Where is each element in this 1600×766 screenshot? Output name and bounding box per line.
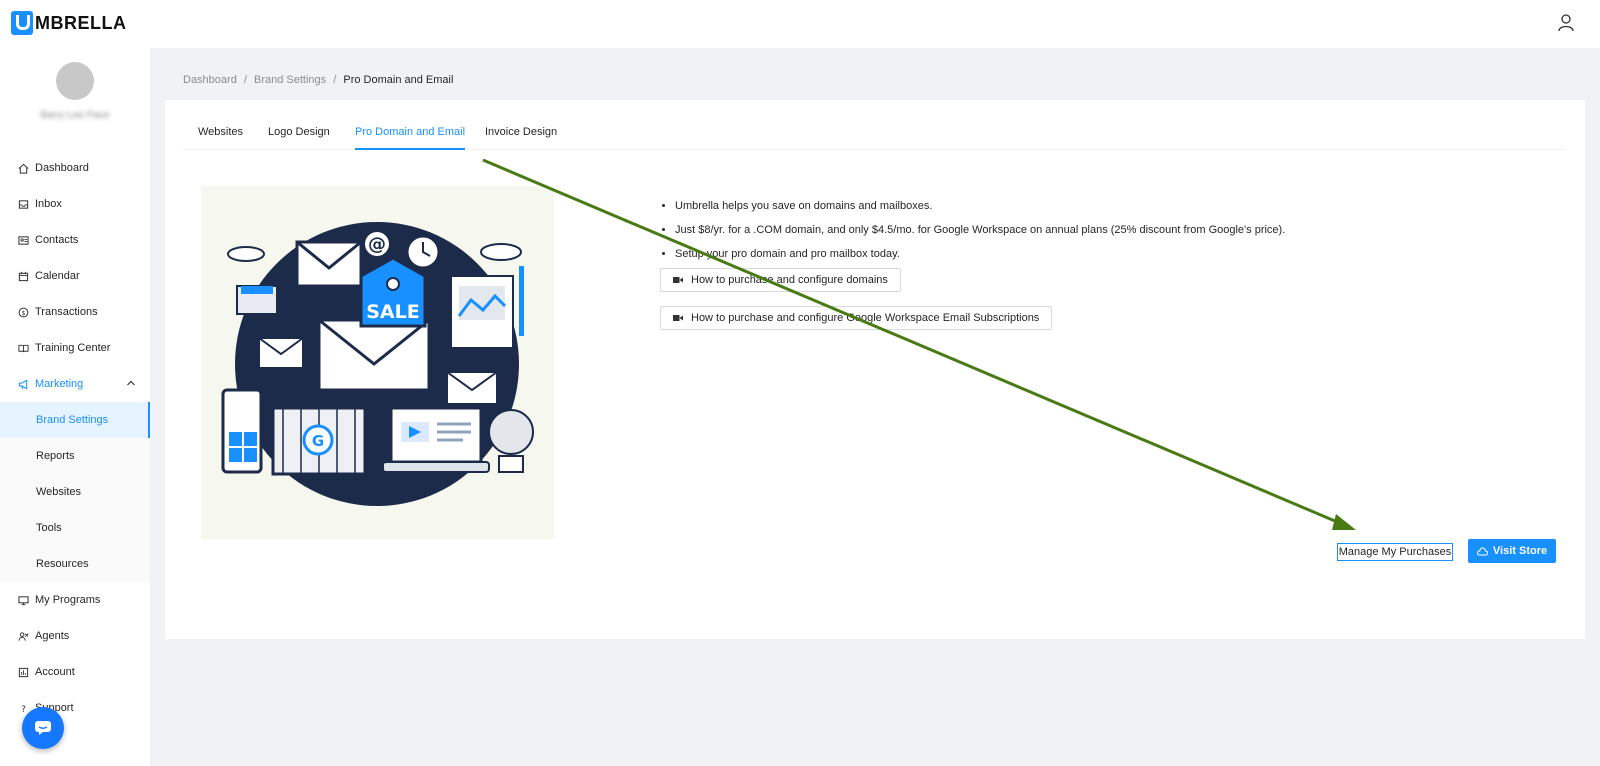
sidebar-item-websites[interactable]: Websites — [0, 474, 150, 510]
sidebar-item-label: Websites — [36, 486, 82, 498]
user-icon[interactable] — [1558, 14, 1574, 32]
sidebar-item-label: Account — [35, 666, 75, 678]
video-guide-google-workspace-button[interactable]: How to purchase and configure Google Wor… — [660, 306, 1053, 330]
sidebar-item-calendar[interactable]: Calendar — [0, 258, 150, 294]
video-camera-icon — [673, 315, 683, 321]
app-logo[interactable]: MBRELLA — [11, 11, 127, 35]
email-sale-illustration: @ SALE G — [221, 222, 534, 506]
sidebar-item-tools[interactable]: Tools — [0, 510, 150, 546]
breadcrumb-item-dashboard[interactable]: Dashboard — [183, 74, 237, 86]
question-icon: ? — [21, 704, 26, 714]
sidebar-item-label: Reports — [36, 450, 75, 462]
breadcrumb-item-brand-settings[interactable]: Brand Settings — [254, 74, 326, 86]
contacts-icon — [18, 235, 29, 245]
tab-websites[interactable]: Websites — [198, 126, 243, 150]
sidebar-item-label: Dashboard — [35, 162, 89, 174]
sidebar-item-contacts[interactable]: Contacts — [0, 222, 150, 258]
sidebar: Barry Lee Pace Dashboard Inbox Contacts … — [0, 48, 150, 766]
sidebar-item-label: Brand Settings — [36, 414, 109, 426]
sidebar-item-account[interactable]: Account — [0, 654, 150, 690]
chat-launcher-button[interactable] — [22, 707, 64, 749]
home-icon — [18, 163, 29, 174]
breadcrumb-separator: / — [333, 74, 337, 86]
video-guide-label: How to purchase and configure domains — [691, 274, 888, 286]
info-section: Umbrella helps you save on domains and m… — [661, 194, 1285, 266]
info-bullet: Umbrella helps you save on domains and m… — [675, 194, 1285, 218]
sidebar-item-marketing[interactable]: Marketing — [0, 366, 150, 402]
sidebar-item-dashboard[interactable]: Dashboard — [0, 150, 150, 186]
megaphone-icon — [18, 379, 28, 389]
google-g-letter: G — [312, 432, 324, 450]
svg-text:?: ? — [21, 704, 26, 714]
sidebar-item-label: Transactions — [35, 306, 98, 318]
sidebar-item-label: Agents — [35, 630, 70, 642]
user-name: Barry Lee Pace — [40, 110, 110, 121]
sidebar-item-label: Resources — [36, 558, 89, 570]
manage-my-purchases-button[interactable]: Manage My Purchases — [1337, 543, 1453, 561]
sidebar-item-reports[interactable]: Reports — [0, 438, 150, 474]
dollar-icon: $ — [18, 307, 29, 317]
umbrella-logo-icon — [11, 11, 33, 35]
sidebar-item-label: Inbox — [35, 198, 62, 210]
breadcrumb: Dashboard / Brand Settings / Pro Domain … — [183, 74, 457, 86]
sidebar-item-label: Training Center — [35, 342, 111, 354]
sidebar-item-label: Marketing — [35, 378, 84, 390]
sidebar-item-resources[interactable]: Resources — [0, 546, 150, 582]
breadcrumb-separator: / — [243, 74, 247, 86]
info-bullet-list: Umbrella helps you save on domains and m… — [661, 194, 1285, 266]
at-symbol: @ — [368, 234, 386, 255]
svg-text:$: $ — [21, 308, 25, 316]
sidebar-item-label: My Programs — [35, 594, 101, 606]
account-icon — [18, 667, 29, 677]
tab-logo-design[interactable]: Logo Design — [268, 126, 330, 150]
content-card: Websites Logo Design Pro Domain and Emai… — [165, 100, 1585, 639]
book-icon — [18, 344, 29, 352]
breadcrumb-item-current: Pro Domain and Email — [343, 74, 454, 86]
cloud-icon — [1476, 546, 1488, 555]
visit-store-label: Visit Store — [1492, 545, 1548, 557]
chat-icon — [35, 721, 51, 735]
info-bullet: Just $8/yr. for a .COM domain, and only … — [675, 218, 1285, 242]
sidebar-menu: Dashboard Inbox Contacts Calendar $ Tran… — [0, 150, 150, 726]
sidebar-item-label: Calendar — [35, 270, 80, 282]
visit-store-button[interactable]: Visit Store — [1468, 539, 1556, 563]
sidebar-item-agents[interactable]: Agents — [0, 618, 150, 654]
sidebar-item-label: Tools — [36, 522, 62, 534]
promo-illustration: @ SALE G — [201, 186, 554, 539]
info-bullet: Setup your pro domain and pro mailbox to… — [675, 242, 1285, 266]
video-camera-icon — [673, 277, 683, 283]
marketing-submenu: Brand Settings Reports Websites Tools Re… — [0, 402, 150, 582]
top-bar: MBRELLA — [0, 0, 1600, 48]
app-name: MBRELLA — [35, 12, 127, 33]
sidebar-item-my-programs[interactable]: My Programs — [0, 582, 150, 618]
chevron-up-icon[interactable] — [126, 379, 136, 387]
sale-tag-text: SALE — [366, 301, 419, 323]
sidebar-item-label: Contacts — [35, 234, 79, 246]
video-guide-label: How to purchase and configure Google Wor… — [691, 312, 1040, 324]
sidebar-item-training-center[interactable]: Training Center — [0, 330, 150, 366]
calendar-icon — [18, 271, 29, 281]
agents-icon — [18, 631, 29, 641]
avatar[interactable] — [56, 62, 94, 100]
sidebar-item-inbox[interactable]: Inbox — [0, 186, 150, 222]
video-guide-domains-button[interactable]: How to purchase and configure domains — [660, 268, 901, 292]
tab-bar: Websites Logo Design Pro Domain and Emai… — [183, 100, 1565, 150]
inbox-icon — [18, 199, 29, 209]
tab-pro-domain-and-email[interactable]: Pro Domain and Email — [355, 126, 466, 150]
sidebar-item-brand-settings[interactable]: Brand Settings — [0, 402, 150, 438]
tab-invoice-design[interactable]: Invoice Design — [485, 126, 557, 150]
sidebar-item-transactions[interactable]: $ Transactions — [0, 294, 150, 330]
monitor-icon — [18, 595, 29, 605]
